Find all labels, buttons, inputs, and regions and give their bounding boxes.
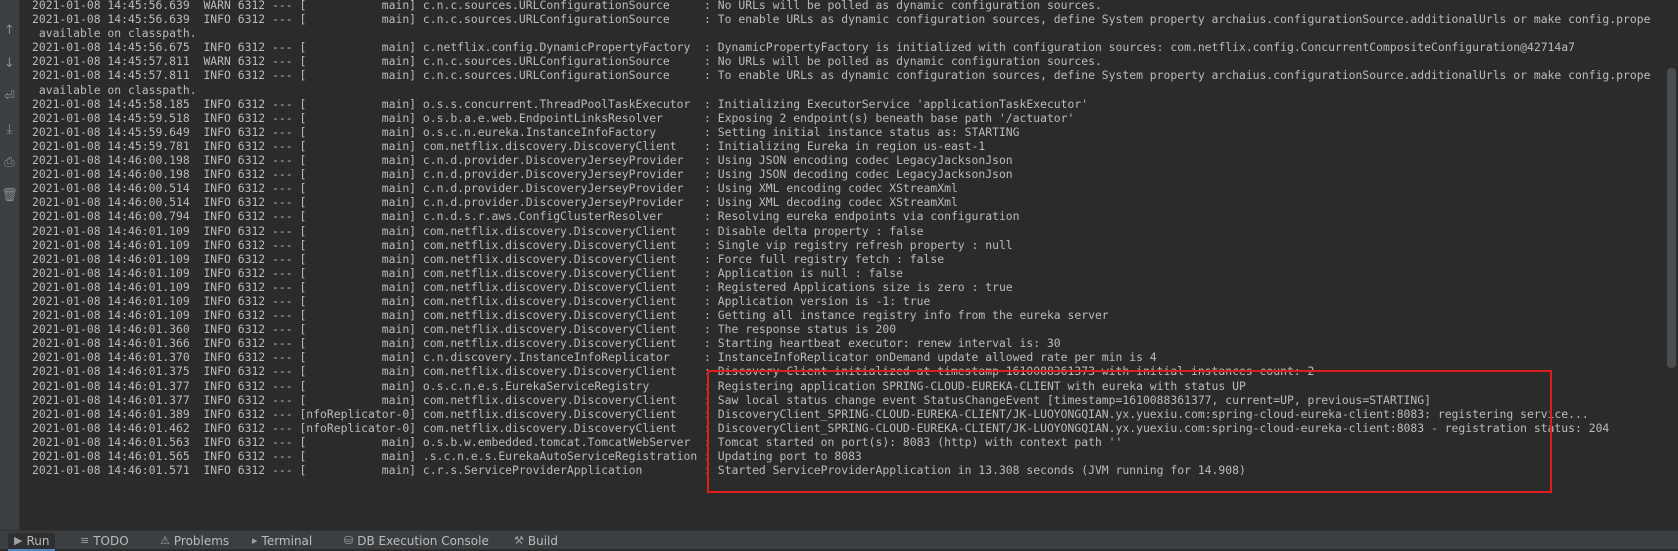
log-line: 2021-01-08 14:45:59.649 INFO 6312 --- [ … <box>32 124 1020 139</box>
tab-label: Terminal <box>261 534 313 548</box>
tab-build[interactable]: ⚒ Build <box>514 533 558 549</box>
log-line: 2021-01-08 14:46:01.462 INFO 6312 --- [n… <box>32 420 1610 435</box>
log-line: 2021-01-08 14:45:57.811 WARN 6312 --- [ … <box>32 54 1102 69</box>
log-line: 2021-01-08 14:45:57.811 INFO 6312 --- [ … <box>32 68 1651 83</box>
list-icon: ≡ <box>80 534 90 547</box>
tab-todo[interactable]: ≡ TODO <box>80 533 129 549</box>
log-line: 2021-01-08 14:46:01.571 INFO 6312 --- [ … <box>32 463 1246 478</box>
tab-label: TODO <box>93 534 129 548</box>
log-line: 2021-01-08 14:46:01.109 INFO 6312 --- [ … <box>32 293 931 308</box>
log-line: 2021-01-08 14:45:56.639 WARN 6312 --- [ … <box>32 0 1102 12</box>
log-line: available on classpath. <box>32 26 197 41</box>
log-line: 2021-01-08 14:46:01.360 INFO 6312 --- [ … <box>32 322 897 337</box>
log-line: 2021-01-08 14:46:01.377 INFO 6312 --- [ … <box>32 378 1246 393</box>
log-line: 2021-01-08 14:45:59.518 INFO 6312 --- [ … <box>32 110 1075 125</box>
vertical-scrollbar[interactable] <box>1664 0 1678 530</box>
tab-label: Problems <box>173 534 230 548</box>
log-line: 2021-01-08 14:45:58.185 INFO 6312 --- [ … <box>32 96 1089 111</box>
log-line: 2021-01-08 14:46:00.514 INFO 6312 --- [ … <box>32 181 958 196</box>
log-line: 2021-01-08 14:46:01.109 INFO 6312 --- [ … <box>32 308 1109 323</box>
log-line: 2021-01-08 14:46:01.109 INFO 6312 --- [ … <box>32 251 945 266</box>
print-icon[interactable]: ⎙ <box>1 154 18 171</box>
log-line: 2021-01-08 14:46:01.109 INFO 6312 --- [ … <box>32 223 924 238</box>
play-icon: ▶ <box>14 534 23 547</box>
log-line: 2021-01-08 14:45:56.639 INFO 6312 --- [ … <box>32 12 1651 27</box>
log-line: 2021-01-08 14:46:01.389 INFO 6312 --- [n… <box>32 406 1589 421</box>
log-line: 2021-01-08 14:46:01.370 INFO 6312 --- [ … <box>32 350 1157 365</box>
log-line: 2021-01-08 14:46:01.563 INFO 6312 --- [ … <box>32 434 1123 449</box>
log-line: 2021-01-08 14:46:00.198 INFO 6312 --- [ … <box>32 167 1013 182</box>
tab-label: DB Execution Console <box>357 534 489 548</box>
tab-run[interactable]: ▶ Run <box>8 533 56 551</box>
log-line: 2021-01-08 14:46:01.109 INFO 6312 --- [ … <box>32 265 903 280</box>
terminal-icon: ▸ <box>252 534 258 547</box>
tab-db-execution-console[interactable]: ⛁ DB Execution Console <box>344 533 489 549</box>
tab-problems[interactable]: ⚠ Problems <box>160 533 229 549</box>
down-arrow-icon[interactable]: ↓ <box>1 55 18 72</box>
tab-terminal[interactable]: ▸ Terminal <box>252 533 312 549</box>
console-output[interactable]: 2021-01-08 14:45:56.639 WARN 6312 --- [ … <box>20 0 1678 530</box>
hammer-icon: ⚒ <box>514 534 524 547</box>
log-line: 2021-01-08 14:46:01.109 INFO 6312 --- [ … <box>32 237 1013 252</box>
console-toolbar: ↑ ↓ ⏎ ⤓ ⎙ 🗑 <box>0 0 20 530</box>
log-line: 2021-01-08 14:46:01.375 INFO 6312 --- [ … <box>32 364 1315 379</box>
log-line: available on classpath. <box>32 82 197 97</box>
trash-icon[interactable]: 🗑 <box>1 187 18 204</box>
log-line: 2021-01-08 14:46:00.794 INFO 6312 --- [ … <box>32 209 1020 224</box>
log-line: 2021-01-08 14:46:00.514 INFO 6312 --- [ … <box>32 195 958 210</box>
log-line: 2021-01-08 14:46:01.109 INFO 6312 --- [ … <box>32 279 1013 294</box>
log-line: 2021-01-08 14:46:01.377 INFO 6312 --- [ … <box>32 392 1431 407</box>
database-icon: ⛁ <box>344 534 354 547</box>
up-arrow-icon[interactable]: ↑ <box>1 22 18 39</box>
log-line: 2021-01-08 14:46:01.565 INFO 6312 --- [ … <box>32 449 862 463</box>
log-line: 2021-01-08 14:45:59.781 INFO 6312 --- [ … <box>32 138 986 153</box>
scroll-to-end-icon[interactable]: ⤓ <box>1 121 18 138</box>
soft-wrap-icon[interactable]: ⏎ <box>1 88 18 105</box>
tab-label: Run <box>26 534 50 548</box>
log-line: 2021-01-08 14:46:01.366 INFO 6312 --- [ … <box>32 336 1061 351</box>
log-lines: 2021-01-08 14:45:56.639 WARN 6312 --- [ … <box>32 0 1678 477</box>
log-line: 2021-01-08 14:45:56.675 INFO 6312 --- [ … <box>32 40 1575 55</box>
tool-window-bar: ▶ Run ≡ TODO ⚠ Problems ▸ Terminal ⛁ DB Execution… <box>0 530 1678 551</box>
log-line: 2021-01-08 14:46:00.198 INFO 6312 --- [ … <box>32 153 1013 168</box>
problems-icon: ⚠ <box>160 534 170 547</box>
scroll-thumb[interactable] <box>1667 68 1676 368</box>
tab-label: Build <box>527 534 558 548</box>
